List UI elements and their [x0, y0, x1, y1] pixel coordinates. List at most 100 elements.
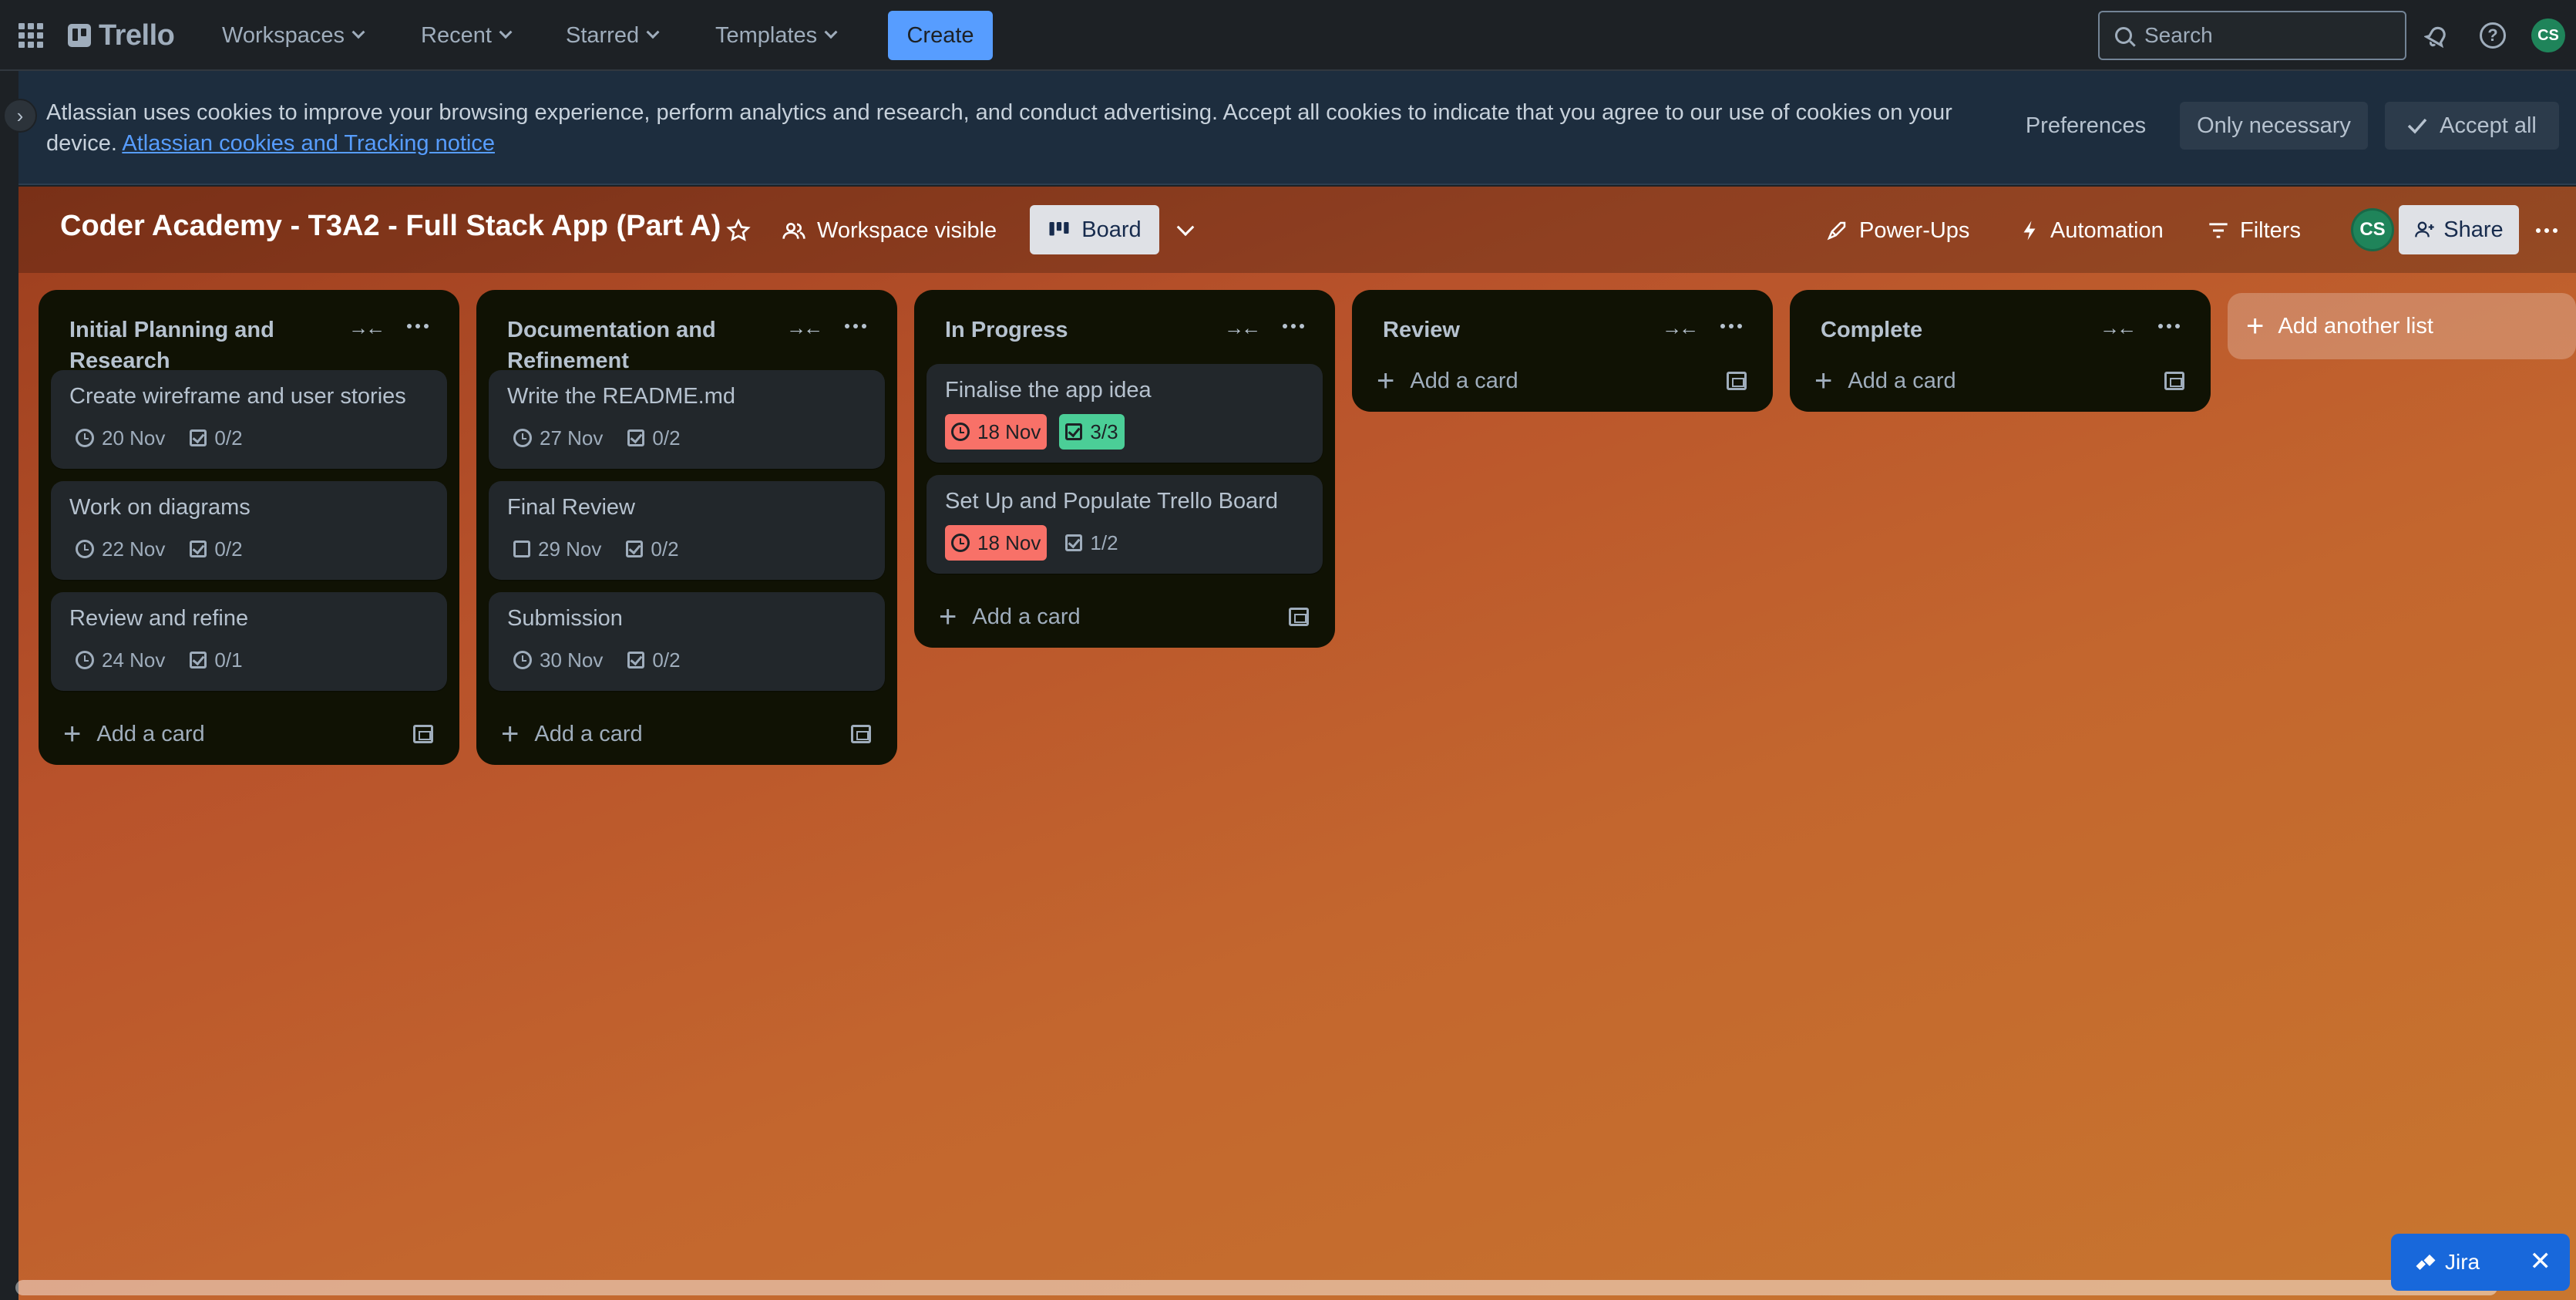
- share-button[interactable]: Share: [2399, 205, 2519, 254]
- notifications-icon[interactable]: [2422, 20, 2453, 51]
- board-title[interactable]: Coder Academy - T3A2 - Full Stack App (P…: [60, 210, 721, 243]
- collapse-list-icon[interactable]: →←: [786, 316, 823, 340]
- due-date-badge[interactable]: 22 Nov: [69, 531, 171, 567]
- star-icon[interactable]: [726, 208, 751, 253]
- list-title[interactable]: Review: [1383, 315, 1645, 345]
- due-date-text: 30 Nov: [540, 648, 604, 672]
- check-icon: [2407, 118, 2427, 134]
- card[interactable]: Work on diagrams 22 Nov 0/2: [51, 481, 447, 580]
- help-icon[interactable]: ?: [2477, 20, 2508, 51]
- search-box[interactable]: [2098, 11, 2406, 60]
- card-title: Review and refine: [69, 606, 249, 631]
- templates-menu[interactable]: Templates: [715, 17, 838, 54]
- jira-label: Jira: [2445, 1250, 2480, 1274]
- clock-icon: [76, 651, 94, 669]
- card[interactable]: Set Up and Populate Trello Board 18 Nov …: [926, 475, 1323, 574]
- expand-sidebar-icon[interactable]: ›: [3, 99, 37, 133]
- due-date-badge[interactable]: 20 Nov: [69, 420, 171, 456]
- list-complete: Complete →← + Add a card: [1790, 290, 2211, 412]
- due-date-text: 18 Nov: [977, 419, 1041, 443]
- list-title[interactable]: Documentation and Refinement: [507, 315, 769, 376]
- card-badges: 24 Nov 0/1: [69, 642, 249, 679]
- add-card-label: Add a card: [534, 721, 643, 746]
- app-switcher-icon[interactable]: [18, 23, 43, 48]
- collapse-list-icon[interactable]: →←: [2100, 316, 2137, 340]
- starred-menu[interactable]: Starred: [566, 17, 660, 54]
- board-menu-icon[interactable]: [2536, 208, 2558, 253]
- collapse-list-icon[interactable]: →←: [1662, 316, 1699, 340]
- card-template-icon[interactable]: [2164, 372, 2184, 390]
- card-template-icon[interactable]: [413, 725, 433, 743]
- add-card-label: Add a card: [1410, 368, 1518, 393]
- preferences-button[interactable]: Preferences: [2013, 102, 2158, 150]
- add-card-button[interactable]: + Add a card: [926, 586, 1323, 648]
- overdue-date-badge[interactable]: 18 Nov: [945, 414, 1048, 450]
- power-ups-button[interactable]: Power-Ups: [1825, 208, 1969, 253]
- due-date-text: 29 Nov: [538, 537, 602, 561]
- add-another-list-button[interactable]: + Add another list: [2228, 293, 2576, 359]
- checklist-icon: [190, 541, 207, 557]
- due-checkbox-icon[interactable]: [513, 541, 530, 557]
- list-menu-icon[interactable]: [407, 324, 429, 328]
- user-avatar[interactable]: CS: [2531, 19, 2565, 52]
- add-card-button[interactable]: + Add a card: [1802, 350, 2198, 412]
- list-title[interactable]: In Progress: [945, 315, 1207, 345]
- card[interactable]: Finalise the app idea 18 Nov 3/3: [926, 364, 1323, 463]
- card[interactable]: Final Review 29 Nov 0/2: [489, 481, 885, 580]
- workspaces-menu[interactable]: Workspaces: [222, 17, 365, 54]
- collapse-list-icon[interactable]: →←: [348, 316, 385, 340]
- plus-icon: +: [1377, 364, 1395, 398]
- checklist-badge: 0/2: [621, 420, 686, 456]
- visibility-button[interactable]: Workspace visible: [782, 208, 997, 253]
- due-date-badge[interactable]: 24 Nov: [69, 642, 171, 678]
- add-card-button[interactable]: + Add a card: [1364, 350, 1760, 412]
- starred-label: Starred: [566, 22, 640, 48]
- list-menu-icon[interactable]: [1720, 324, 1742, 328]
- recent-menu[interactable]: Recent: [421, 17, 513, 54]
- clock-icon: [951, 423, 970, 441]
- accept-all-button[interactable]: Accept all: [2385, 102, 2559, 150]
- checklist-text: 0/1: [214, 648, 243, 672]
- view-switcher-chevron-icon[interactable]: [1176, 208, 1195, 253]
- search-input[interactable]: [2144, 23, 2376, 48]
- filters-button[interactable]: Filters: [2208, 208, 2301, 253]
- checklist-text: 1/2: [1090, 530, 1118, 554]
- add-card-button[interactable]: + Add a card: [489, 703, 885, 765]
- list-title[interactable]: Initial Planning and Research: [69, 315, 331, 376]
- card[interactable]: Review and refine 24 Nov 0/1: [51, 592, 447, 691]
- list-title[interactable]: Complete: [1821, 315, 2083, 345]
- create-button[interactable]: Create: [888, 11, 993, 60]
- card[interactable]: Write the README.md 27 Nov 0/2: [489, 370, 885, 469]
- list-menu-icon[interactable]: [2158, 324, 2180, 328]
- add-card-button[interactable]: + Add a card: [51, 703, 447, 765]
- close-icon[interactable]: ✕: [2530, 1246, 2552, 1277]
- card-badges: 30 Nov 0/2: [507, 642, 687, 679]
- board-header: Coder Academy - T3A2 - Full Stack App (P…: [18, 187, 2576, 273]
- clock-icon: [76, 429, 94, 447]
- cookie-notice-link[interactable]: Atlassian cookies and Tracking notice: [122, 131, 495, 156]
- checklist-text: 0/2: [651, 537, 679, 561]
- member-avatar[interactable]: CS: [2351, 208, 2394, 251]
- card-template-icon[interactable]: [1727, 372, 1747, 390]
- due-date-badge[interactable]: 27 Nov: [507, 420, 609, 456]
- chevron-down-icon: [499, 25, 513, 39]
- automation-button[interactable]: Automation: [2019, 208, 2164, 253]
- jira-widget[interactable]: Jira ✕: [2391, 1234, 2570, 1291]
- board-view-button[interactable]: Board: [1030, 205, 1159, 254]
- card-template-icon[interactable]: [851, 725, 871, 743]
- trello-logo[interactable]: Trello: [68, 19, 175, 52]
- horizontal-scrollbar[interactable]: [15, 1280, 2497, 1295]
- checklist-badge: 0/2: [621, 642, 686, 678]
- overdue-date-badge[interactable]: 18 Nov: [945, 525, 1048, 561]
- collapse-list-icon[interactable]: →←: [1224, 316, 1261, 340]
- list-header: In Progress →←: [926, 308, 1323, 364]
- due-date-badge[interactable]: 29 Nov: [507, 531, 607, 567]
- only-necessary-button[interactable]: Only necessary: [2180, 102, 2368, 150]
- list-menu-icon[interactable]: [845, 324, 866, 328]
- due-date-badge[interactable]: 30 Nov: [507, 642, 609, 678]
- card[interactable]: Submission 30 Nov 0/2: [489, 592, 885, 691]
- list-menu-icon[interactable]: [1283, 324, 1304, 328]
- card-template-icon[interactable]: [1289, 608, 1309, 626]
- checklist-complete-badge: 3/3: [1059, 414, 1125, 450]
- card[interactable]: Create wireframe and user stories 20 Nov…: [51, 370, 447, 469]
